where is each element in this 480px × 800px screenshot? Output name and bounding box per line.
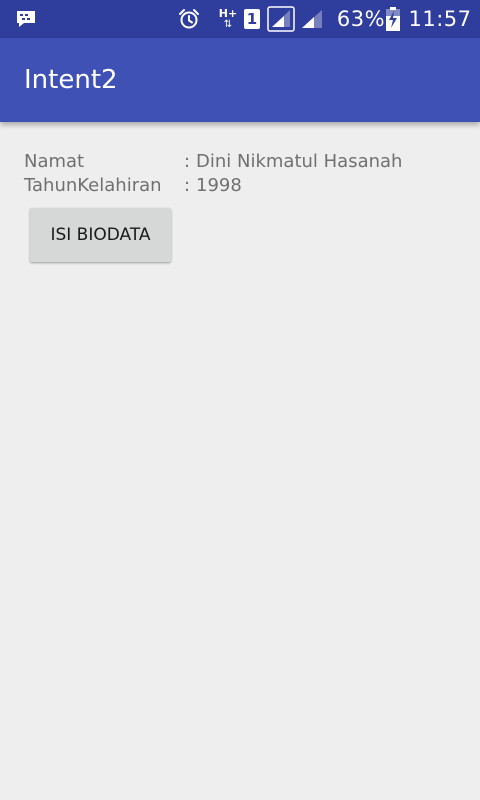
signal-sim2-icon [300, 0, 324, 38]
status-bar: H+ ⇅ 1 63% 11:57 [0, 0, 480, 38]
app-bar: Intent2 [0, 38, 480, 122]
sim-slot-label: 1 [244, 9, 260, 29]
screen: H+ ⇅ 1 63% 11:57 Intent2 Namat: Dini Ni… [0, 0, 480, 800]
isi-biodata-button[interactable]: ISI BIODATA [30, 208, 171, 262]
name-label: Namat [24, 151, 85, 172]
name-separator: : [184, 151, 191, 172]
sim-slot-indicator: 1 [242, 0, 262, 38]
alarm-clock-icon [176, 0, 202, 38]
app-title: Intent2 [24, 65, 118, 95]
bbm-notification-icon [14, 0, 38, 38]
battery-charging-icon [384, 0, 402, 38]
network-type-indicator: H+ ⇅ [218, 0, 238, 38]
data-arrows-icon: ⇅ [223, 19, 233, 30]
birth-year-label: TahunKelahiran [24, 175, 162, 196]
signal-sim1-icon [266, 0, 296, 38]
battery-percent: 63% [336, 7, 386, 31]
name-value: Dini Nikmatul Hasanah [196, 151, 403, 172]
birth-year-separator: : [184, 175, 191, 196]
clock: 11:57 [408, 7, 472, 31]
main-content: Namat : Dini Nikmatul Hasanah TahunKelah… [0, 122, 480, 800]
birth-year-value: 1998 [196, 175, 242, 196]
